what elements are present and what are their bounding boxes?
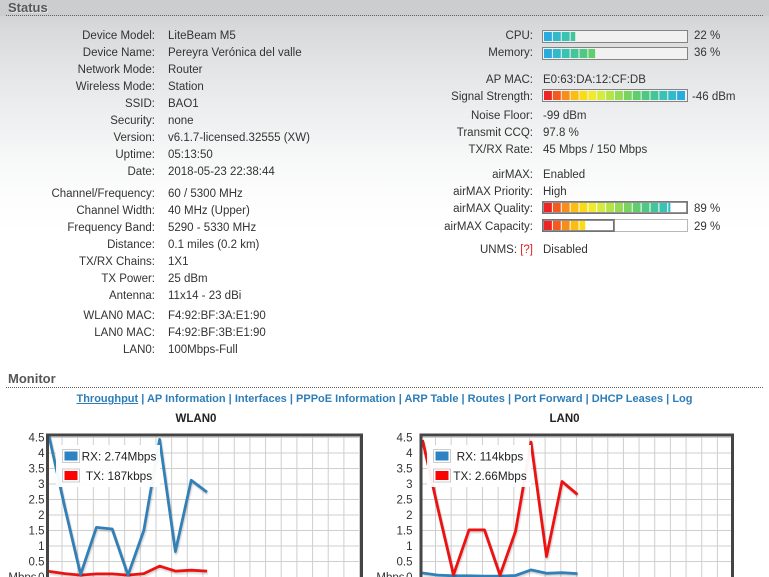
- svg-text:3: 3: [406, 479, 412, 491]
- svg-text:Mbps: Mbps: [376, 572, 404, 577]
- svg-text:1: 1: [38, 541, 44, 553]
- svg-text:TX: 187kbps: TX: 187kbps: [86, 469, 152, 483]
- svg-text:4: 4: [38, 448, 45, 460]
- svg-text:RX: 114kbps: RX: 114kbps: [457, 450, 524, 464]
- svg-text:0.5: 0.5: [397, 557, 413, 569]
- svg-text:2.5: 2.5: [29, 495, 45, 507]
- svg-text:4: 4: [406, 448, 413, 460]
- svg-text:2.5: 2.5: [397, 495, 413, 507]
- svg-text:4.5: 4.5: [29, 433, 45, 445]
- svg-text:0: 0: [38, 572, 44, 577]
- svg-text:2: 2: [406, 510, 412, 522]
- svg-text:Mbps: Mbps: [8, 572, 36, 577]
- svg-text:1.5: 1.5: [29, 526, 45, 538]
- svg-text:1.5: 1.5: [397, 526, 413, 538]
- svg-text:1: 1: [406, 541, 412, 553]
- svg-text:RX: 2.74Mbps: RX: 2.74Mbps: [82, 450, 157, 464]
- svg-text:3.5: 3.5: [29, 464, 45, 476]
- svg-text:0.5: 0.5: [29, 557, 45, 569]
- svg-text:3.5: 3.5: [397, 464, 413, 476]
- svg-text:4.5: 4.5: [397, 433, 413, 445]
- svg-text:0: 0: [406, 572, 412, 577]
- svg-text:TX: 2.66Mbps: TX: 2.66Mbps: [453, 469, 527, 483]
- svg-text:2: 2: [38, 510, 44, 522]
- svg-text:3: 3: [38, 479, 44, 491]
